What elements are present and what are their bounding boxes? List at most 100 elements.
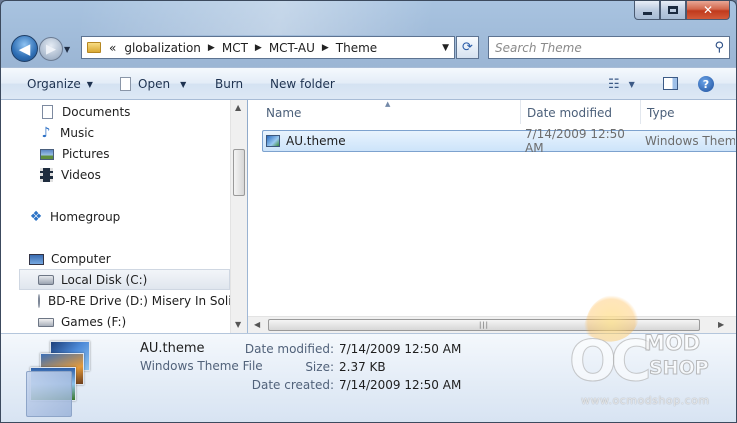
forward-button[interactable]: ▶ [39,37,63,61]
breadcrumb-mct-au[interactable]: MCT-AU [269,41,315,55]
nav-item-label: Computer [51,252,111,266]
refresh-button[interactable]: ⟳ [456,36,479,59]
file-row[interactable]: AU.theme 7/14/2009 12:50 AM Windows Them… [262,127,736,155]
file-name: AU.theme [286,134,346,148]
chevron-down-icon: ▼ [628,80,635,89]
nav-item-label: Videos [61,168,101,182]
breadcrumb-mct[interactable]: MCT [222,41,248,55]
organize-label: Organize [27,77,81,91]
nav-item-label: Local Disk (C:) [61,272,148,287]
scroll-thumb[interactable]: ||| [268,319,700,331]
nav-item-music[interactable]: ♪ Music [38,124,95,142]
open-button[interactable]: Open ▼ [120,77,186,91]
nav-item-label: Homegroup [50,210,121,224]
file-date-modified: 7/14/2009 12:50 AM [525,127,625,155]
burn-label: Burn [215,77,244,91]
minimize-icon [642,11,652,15]
caption-buttons: ✕ [634,1,730,20]
help-button[interactable]: ? [698,76,714,92]
nav-item-label: Games (F:) [61,315,127,329]
address-bar[interactable]: « globalization ▶ MCT ▶ MCT-AU ▶ Theme ▼ [81,36,455,59]
nav-item-pictures[interactable]: Pictures [39,145,110,163]
documents-icon [42,105,53,119]
command-bar: Organize ▼ Open ▼ Burn New folder ☷ ▼ ? [1,67,736,100]
burn-button[interactable]: Burn [215,77,243,91]
nav-item-games-f[interactable]: Games (F:) [38,313,126,331]
column-header-date-modified[interactable]: Date modified [527,106,612,120]
address-dropdown-icon[interactable]: ▼ [442,43,449,53]
nav-item-local-disk-c[interactable]: Local Disk (C:) [19,269,230,290]
details-pane: AU.theme Windows Theme File Date modifie… [1,333,736,422]
details-date-modified-label: Date modified: [244,342,334,356]
column-divider[interactable] [520,100,521,124]
breadcrumb-separator-icon[interactable]: ▶ [255,43,262,53]
homegroup-icon: ❖ [29,209,43,225]
nav-item-bd-re-drive-d[interactable]: BD-RE Drive (D:) Misery In Solilo [38,292,230,310]
back-button[interactable]: ◀ [11,35,38,62]
column-divider[interactable] [640,100,641,124]
change-view-button[interactable]: ☷ ▼ [608,77,635,92]
explorer-window: ✕ ◀ ▶ ▼ « globalization ▶ MCT ▶ MCT-AU ▶… [0,0,737,423]
details-date-modified[interactable]: 7/14/2009 12:50 AM [339,342,461,356]
chevron-down-icon: ▼ [180,79,187,89]
nav-item-label: BD-RE Drive (D:) Misery In Solilo [48,294,230,308]
computer-icon [29,253,44,265]
nav-item-documents[interactable]: Documents [40,103,130,121]
open-label: Open [138,77,171,91]
nav-item-label: Music [60,126,95,140]
back-arrow-icon: ◀ [18,39,31,58]
new-folder-label: New folder [270,77,335,91]
close-button[interactable]: ✕ [686,1,730,20]
glass-reflection [81,1,581,35]
details-size-label: Size: [305,360,334,374]
search-input[interactable]: Search Theme ⚲ [488,36,730,59]
refresh-icon: ⟳ [462,40,473,55]
videos-icon [40,168,53,182]
sort-ascending-icon: ▲ [385,100,391,108]
search-icon[interactable]: ⚲ [714,40,724,55]
nav-item-label: Pictures [62,147,110,161]
file-type: Windows Theme File [645,134,735,148]
theme-file-icon [266,135,280,147]
music-icon: ♪ [41,125,51,141]
breadcrumb-globalization[interactable]: globalization [124,41,201,55]
file-list-horizontal-scrollbar[interactable]: ◀ ||| ▶ [248,316,736,333]
search-placeholder: Search Theme [495,40,582,55]
breadcrumb-theme[interactable]: Theme [336,41,377,55]
help-icon: ? [702,77,710,91]
breadcrumb: globalization ▶ MCT ▶ MCT-AU ▶ Theme [124,41,377,55]
close-icon: ✕ [702,3,714,17]
breadcrumb-separator-icon[interactable]: ▶ [322,43,329,53]
scroll-down-icon[interactable]: ▼ [235,320,241,329]
document-icon [120,77,131,91]
details-date-created-label: Date created: [251,378,334,392]
column-header-name[interactable]: Name [266,106,301,120]
scroll-thumb[interactable] [233,149,245,196]
file-list: ▲ Name Date modified Type AU.theme 7/14/… [248,100,736,333]
maximize-button[interactable] [660,1,686,20]
details-date-created[interactable]: 7/14/2009 12:50 AM [339,378,461,392]
nav-item-label: Documents [62,105,131,119]
minimize-button[interactable] [634,1,660,20]
chevron-down-icon: ▼ [86,79,93,89]
chevron-down-icon: ▼ [64,45,71,54]
forward-arrow-icon: ▶ [46,41,56,57]
recent-pages-dropdown[interactable]: ▼ [64,45,70,54]
optical-drive-icon [38,294,40,308]
nav-item-computer[interactable]: Computer [29,250,111,268]
folder-icon [87,42,101,53]
details-size: 2.37 KB [339,360,386,374]
new-folder-button[interactable]: New folder [270,77,335,91]
scroll-left-icon[interactable]: ◀ [254,320,260,329]
nav-item-homegroup[interactable]: ❖ Homegroup [28,208,121,226]
nav-item-videos[interactable]: Videos [39,166,101,184]
preview-pane-button[interactable] [663,77,678,90]
navigation-scrollbar[interactable]: ▲ ▼ [230,100,247,333]
scroll-up-icon[interactable]: ▲ [235,103,241,112]
address-overflow[interactable]: « [109,41,116,55]
column-header-type[interactable]: Type [647,106,675,120]
organize-button[interactable]: Organize ▼ [27,77,93,91]
breadcrumb-separator-icon[interactable]: ▶ [208,43,215,53]
view-options-icon: ☷ [608,77,620,92]
scroll-right-icon[interactable]: ▶ [718,320,724,329]
